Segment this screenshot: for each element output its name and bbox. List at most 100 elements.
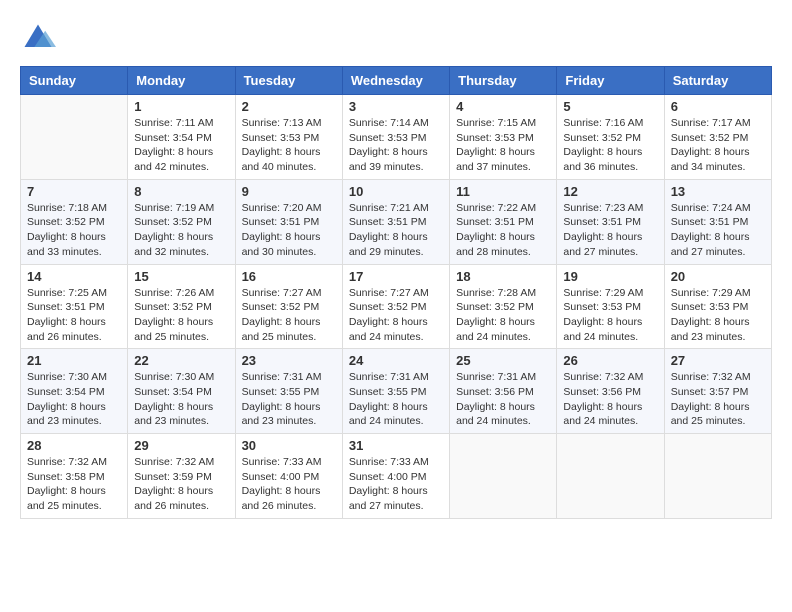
- day-number: 29: [134, 438, 228, 453]
- day-number: 1: [134, 99, 228, 114]
- calendar-cell: 22 Sunrise: 7:30 AMSunset: 3:54 PMDaylig…: [128, 349, 235, 434]
- day-number: 22: [134, 353, 228, 368]
- day-number: 25: [456, 353, 550, 368]
- day-info: Sunrise: 7:17 AMSunset: 3:52 PMDaylight:…: [671, 116, 765, 175]
- calendar-cell: 26 Sunrise: 7:32 AMSunset: 3:56 PMDaylig…: [557, 349, 664, 434]
- day-number: 26: [563, 353, 657, 368]
- calendar-cell: 5 Sunrise: 7:16 AMSunset: 3:52 PMDayligh…: [557, 95, 664, 180]
- day-info: Sunrise: 7:16 AMSunset: 3:52 PMDaylight:…: [563, 116, 657, 175]
- day-number: 3: [349, 99, 443, 114]
- calendar-cell: 27 Sunrise: 7:32 AMSunset: 3:57 PMDaylig…: [664, 349, 771, 434]
- day-info: Sunrise: 7:27 AMSunset: 3:52 PMDaylight:…: [349, 286, 443, 345]
- day-info: Sunrise: 7:29 AMSunset: 3:53 PMDaylight:…: [563, 286, 657, 345]
- day-number: 20: [671, 269, 765, 284]
- day-info: Sunrise: 7:32 AMSunset: 3:57 PMDaylight:…: [671, 370, 765, 429]
- day-number: 15: [134, 269, 228, 284]
- calendar-cell: 13 Sunrise: 7:24 AMSunset: 3:51 PMDaylig…: [664, 179, 771, 264]
- day-number: 28: [27, 438, 121, 453]
- day-number: 31: [349, 438, 443, 453]
- logo-icon: [20, 20, 56, 56]
- day-info: Sunrise: 7:25 AMSunset: 3:51 PMDaylight:…: [27, 286, 121, 345]
- calendar-header-saturday: Saturday: [664, 67, 771, 95]
- calendar-cell: 25 Sunrise: 7:31 AMSunset: 3:56 PMDaylig…: [450, 349, 557, 434]
- calendar-cell: [664, 434, 771, 519]
- calendar-cell: 10 Sunrise: 7:21 AMSunset: 3:51 PMDaylig…: [342, 179, 449, 264]
- day-info: Sunrise: 7:32 AMSunset: 3:56 PMDaylight:…: [563, 370, 657, 429]
- calendar-cell: 31 Sunrise: 7:33 AMSunset: 4:00 PMDaylig…: [342, 434, 449, 519]
- day-info: Sunrise: 7:13 AMSunset: 3:53 PMDaylight:…: [242, 116, 336, 175]
- calendar-cell: 7 Sunrise: 7:18 AMSunset: 3:52 PMDayligh…: [21, 179, 128, 264]
- calendar-cell: 1 Sunrise: 7:11 AMSunset: 3:54 PMDayligh…: [128, 95, 235, 180]
- day-number: 24: [349, 353, 443, 368]
- calendar-cell: 16 Sunrise: 7:27 AMSunset: 3:52 PMDaylig…: [235, 264, 342, 349]
- day-info: Sunrise: 7:19 AMSunset: 3:52 PMDaylight:…: [134, 201, 228, 260]
- calendar-cell: 17 Sunrise: 7:27 AMSunset: 3:52 PMDaylig…: [342, 264, 449, 349]
- day-info: Sunrise: 7:32 AMSunset: 3:58 PMDaylight:…: [27, 455, 121, 514]
- calendar-cell: 4 Sunrise: 7:15 AMSunset: 3:53 PMDayligh…: [450, 95, 557, 180]
- calendar-header-friday: Friday: [557, 67, 664, 95]
- calendar-week-row: 7 Sunrise: 7:18 AMSunset: 3:52 PMDayligh…: [21, 179, 772, 264]
- day-info: Sunrise: 7:24 AMSunset: 3:51 PMDaylight:…: [671, 201, 765, 260]
- calendar-cell: 19 Sunrise: 7:29 AMSunset: 3:53 PMDaylig…: [557, 264, 664, 349]
- header: [20, 20, 772, 56]
- day-info: Sunrise: 7:30 AMSunset: 3:54 PMDaylight:…: [134, 370, 228, 429]
- logo: [20, 20, 60, 56]
- calendar-cell: 18 Sunrise: 7:28 AMSunset: 3:52 PMDaylig…: [450, 264, 557, 349]
- calendar-cell: 28 Sunrise: 7:32 AMSunset: 3:58 PMDaylig…: [21, 434, 128, 519]
- calendar-header-tuesday: Tuesday: [235, 67, 342, 95]
- calendar-cell: 11 Sunrise: 7:22 AMSunset: 3:51 PMDaylig…: [450, 179, 557, 264]
- calendar: SundayMondayTuesdayWednesdayThursdayFrid…: [20, 66, 772, 519]
- calendar-cell: [557, 434, 664, 519]
- calendar-cell: 23 Sunrise: 7:31 AMSunset: 3:55 PMDaylig…: [235, 349, 342, 434]
- calendar-cell: [450, 434, 557, 519]
- day-number: 21: [27, 353, 121, 368]
- calendar-header-sunday: Sunday: [21, 67, 128, 95]
- day-number: 9: [242, 184, 336, 199]
- day-number: 19: [563, 269, 657, 284]
- day-info: Sunrise: 7:23 AMSunset: 3:51 PMDaylight:…: [563, 201, 657, 260]
- day-info: Sunrise: 7:33 AMSunset: 4:00 PMDaylight:…: [242, 455, 336, 514]
- day-info: Sunrise: 7:15 AMSunset: 3:53 PMDaylight:…: [456, 116, 550, 175]
- calendar-cell: 20 Sunrise: 7:29 AMSunset: 3:53 PMDaylig…: [664, 264, 771, 349]
- calendar-cell: 12 Sunrise: 7:23 AMSunset: 3:51 PMDaylig…: [557, 179, 664, 264]
- calendar-header-wednesday: Wednesday: [342, 67, 449, 95]
- calendar-header-thursday: Thursday: [450, 67, 557, 95]
- calendar-cell: 15 Sunrise: 7:26 AMSunset: 3:52 PMDaylig…: [128, 264, 235, 349]
- day-info: Sunrise: 7:28 AMSunset: 3:52 PMDaylight:…: [456, 286, 550, 345]
- calendar-cell: 24 Sunrise: 7:31 AMSunset: 3:55 PMDaylig…: [342, 349, 449, 434]
- day-number: 27: [671, 353, 765, 368]
- calendar-week-row: 28 Sunrise: 7:32 AMSunset: 3:58 PMDaylig…: [21, 434, 772, 519]
- day-number: 11: [456, 184, 550, 199]
- day-info: Sunrise: 7:30 AMSunset: 3:54 PMDaylight:…: [27, 370, 121, 429]
- day-info: Sunrise: 7:18 AMSunset: 3:52 PMDaylight:…: [27, 201, 121, 260]
- day-info: Sunrise: 7:21 AMSunset: 3:51 PMDaylight:…: [349, 201, 443, 260]
- day-number: 23: [242, 353, 336, 368]
- day-number: 10: [349, 184, 443, 199]
- day-info: Sunrise: 7:31 AMSunset: 3:55 PMDaylight:…: [242, 370, 336, 429]
- calendar-cell: 6 Sunrise: 7:17 AMSunset: 3:52 PMDayligh…: [664, 95, 771, 180]
- day-number: 4: [456, 99, 550, 114]
- calendar-header-monday: Monday: [128, 67, 235, 95]
- day-number: 30: [242, 438, 336, 453]
- day-number: 6: [671, 99, 765, 114]
- calendar-cell: 2 Sunrise: 7:13 AMSunset: 3:53 PMDayligh…: [235, 95, 342, 180]
- day-info: Sunrise: 7:33 AMSunset: 4:00 PMDaylight:…: [349, 455, 443, 514]
- calendar-cell: [21, 95, 128, 180]
- day-info: Sunrise: 7:22 AMSunset: 3:51 PMDaylight:…: [456, 201, 550, 260]
- day-info: Sunrise: 7:27 AMSunset: 3:52 PMDaylight:…: [242, 286, 336, 345]
- day-info: Sunrise: 7:32 AMSunset: 3:59 PMDaylight:…: [134, 455, 228, 514]
- day-number: 8: [134, 184, 228, 199]
- day-number: 16: [242, 269, 336, 284]
- day-number: 18: [456, 269, 550, 284]
- day-number: 13: [671, 184, 765, 199]
- day-info: Sunrise: 7:11 AMSunset: 3:54 PMDaylight:…: [134, 116, 228, 175]
- calendar-cell: 29 Sunrise: 7:32 AMSunset: 3:59 PMDaylig…: [128, 434, 235, 519]
- day-info: Sunrise: 7:26 AMSunset: 3:52 PMDaylight:…: [134, 286, 228, 345]
- day-info: Sunrise: 7:29 AMSunset: 3:53 PMDaylight:…: [671, 286, 765, 345]
- calendar-cell: 8 Sunrise: 7:19 AMSunset: 3:52 PMDayligh…: [128, 179, 235, 264]
- day-number: 2: [242, 99, 336, 114]
- calendar-cell: 3 Sunrise: 7:14 AMSunset: 3:53 PMDayligh…: [342, 95, 449, 180]
- day-number: 7: [27, 184, 121, 199]
- day-info: Sunrise: 7:14 AMSunset: 3:53 PMDaylight:…: [349, 116, 443, 175]
- day-info: Sunrise: 7:31 AMSunset: 3:56 PMDaylight:…: [456, 370, 550, 429]
